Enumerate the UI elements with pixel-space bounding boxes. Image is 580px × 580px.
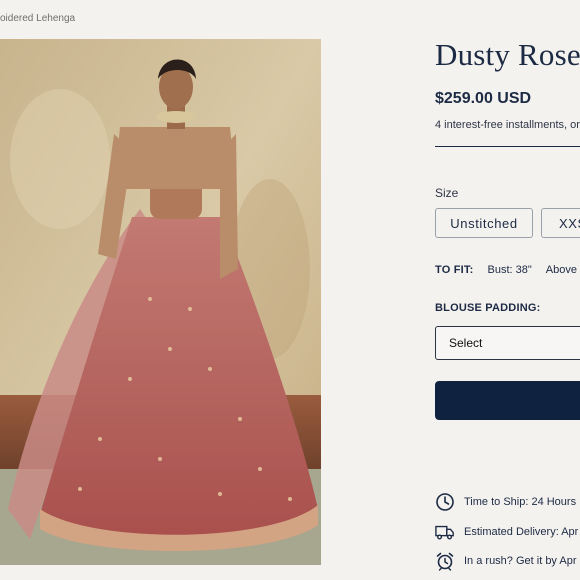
delivery-text: Estimated Delivery: Apr (464, 526, 579, 538)
blouse-padding-label: BLOUSE PADDING: (435, 302, 541, 314)
bust-measurement: Bust: 38" (487, 264, 532, 276)
breadcrumb[interactable]: oidered Lehenga (0, 13, 75, 24)
alarm-clock-icon (435, 551, 455, 571)
to-fit-info: TO FIT: Bust: 38" Above W (435, 264, 580, 276)
waist-measurement: Above W (545, 264, 580, 276)
ship-time-text: Time to Ship: 24 Hours (464, 496, 577, 508)
blouse-padding-select[interactable]: Select (435, 326, 580, 360)
size-option-xxs[interactable]: XXS (541, 208, 580, 238)
lehenga-photo (0, 39, 321, 565)
add-to-cart-button[interactable] (435, 381, 580, 420)
ship-time-row: Time to Ship: 24 Hours (435, 492, 576, 512)
rush-text[interactable]: In a rush? Get it by Apr (464, 555, 577, 567)
rush-row: In a rush? Get it by Apr (435, 551, 577, 571)
product-image[interactable] (0, 39, 321, 565)
product-price: $259.00 USD (435, 90, 532, 107)
divider (435, 146, 580, 147)
size-option-unstitched[interactable]: Unstitched (435, 208, 533, 238)
installments-text: 4 interest-free installments, or t (435, 119, 580, 131)
to-fit-label: TO FIT: (435, 264, 474, 276)
product-title: Dusty Rose (435, 37, 580, 72)
size-label: Size (435, 186, 459, 200)
truck-icon (435, 522, 455, 542)
clock-icon (435, 492, 455, 512)
blouse-padding-value: Select (449, 336, 483, 350)
delivery-row: Estimated Delivery: Apr (435, 522, 578, 542)
